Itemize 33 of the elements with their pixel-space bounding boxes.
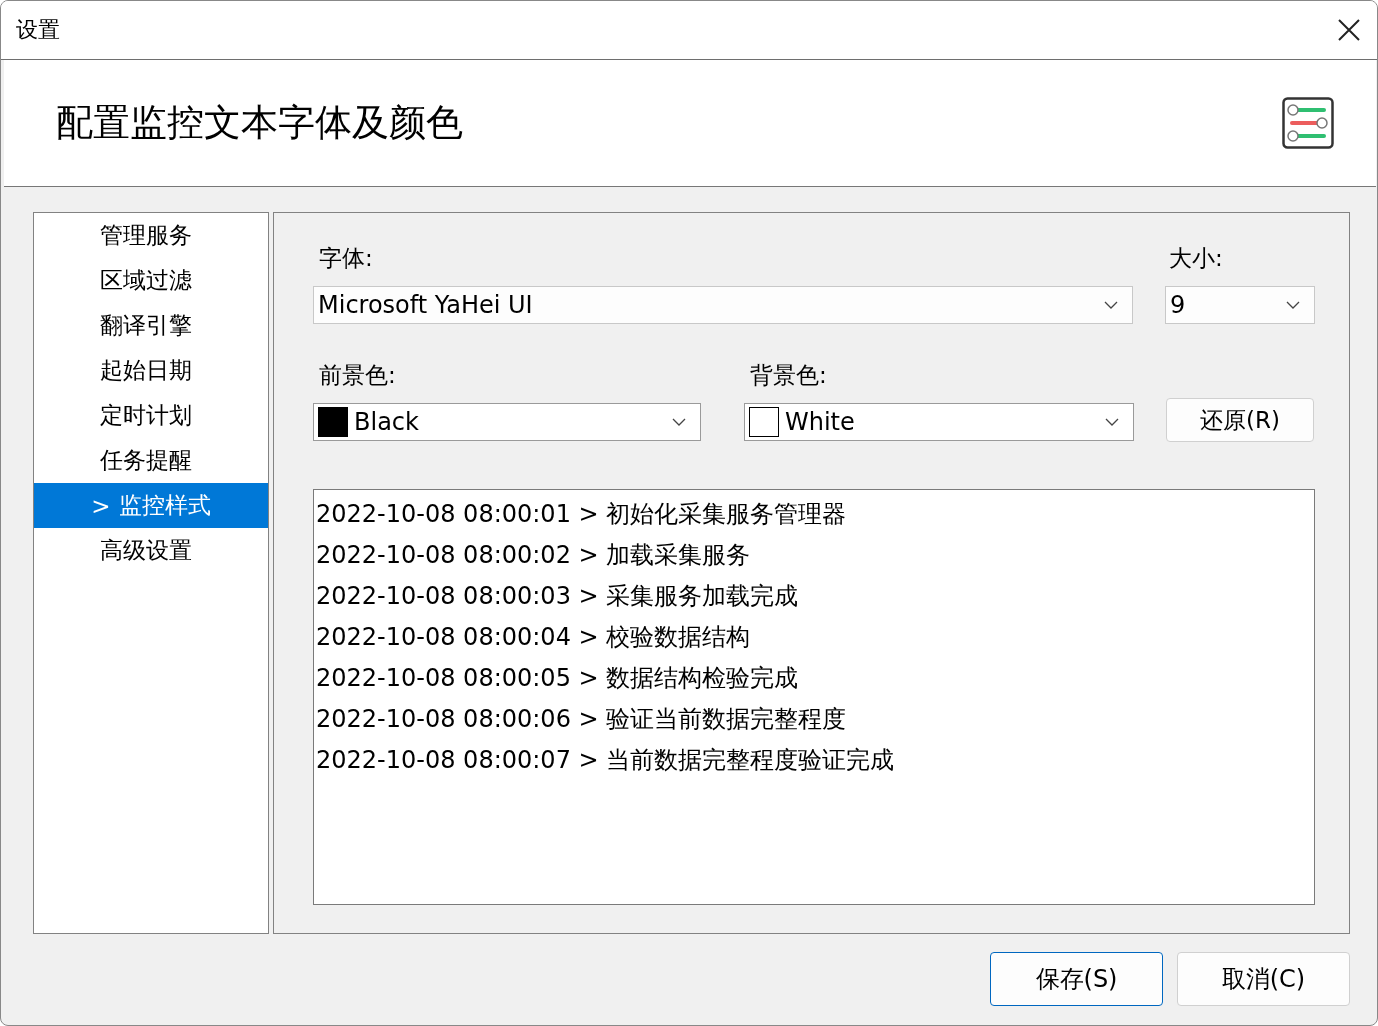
sidebar-item[interactable]: > 监控样式 (34, 483, 268, 528)
chevron-down-icon (1104, 301, 1118, 309)
cancel-button[interactable]: 取消(C) (1177, 952, 1350, 1006)
sidebar-item[interactable]: 起始日期 (34, 348, 268, 393)
size-dropdown[interactable]: 9 (1165, 286, 1315, 324)
chevron-down-icon (672, 418, 686, 426)
chevron-down-icon (1105, 418, 1119, 426)
log-line: 2022-10-08 08:00:02 > 加载采集服务 (316, 540, 751, 571)
field-label: 大小: (1168, 244, 1224, 273)
save-button[interactable]: 保存(S) (990, 952, 1163, 1006)
sidebar-item[interactable]: 区域过滤 (34, 258, 268, 303)
reset-button[interactable]: 还原(R) (1166, 398, 1314, 442)
log-line: 2022-10-08 08:00:04 > 校验数据结构 (316, 622, 751, 653)
field-label: 字体: (318, 244, 374, 273)
log-line: 2022-10-08 08:00:01 > 初始化采集服务管理器 (316, 499, 847, 530)
sliders-icon (1282, 97, 1334, 149)
sidebar-item[interactable]: 任务提醒 (34, 438, 268, 483)
sidebar-item[interactable]: 高级设置 (34, 528, 268, 573)
sidebar-item[interactable]: 定时计划 (34, 393, 268, 438)
sidebar-item[interactable]: 翻译引擎 (34, 303, 268, 348)
background-color-dropdown[interactable]: White (744, 403, 1134, 441)
log-line: 2022-10-08 08:00:07 > 当前数据完整程度验证完成 (316, 745, 895, 776)
header-title: 配置监控文本字体及颜色 (56, 100, 463, 146)
log-line: 2022-10-08 08:00:06 > 验证当前数据完整程度 (316, 704, 847, 735)
sidebar-item[interactable]: 管理服务 (34, 213, 268, 258)
chevron-down-icon (1286, 301, 1300, 309)
log-line: 2022-10-08 08:00:05 > 数据结构检验完成 (316, 663, 799, 694)
window-title: 设置 (16, 16, 60, 44)
foreground-color-dropdown[interactable]: Black (313, 403, 701, 441)
font-dropdown[interactable]: Microsoft YaHei UI (313, 286, 1133, 324)
field-label: 前景色: (318, 361, 397, 390)
field-label: 背景色: (749, 361, 828, 390)
log-line: 2022-10-08 08:00:03 > 采集服务加载完成 (316, 581, 799, 612)
